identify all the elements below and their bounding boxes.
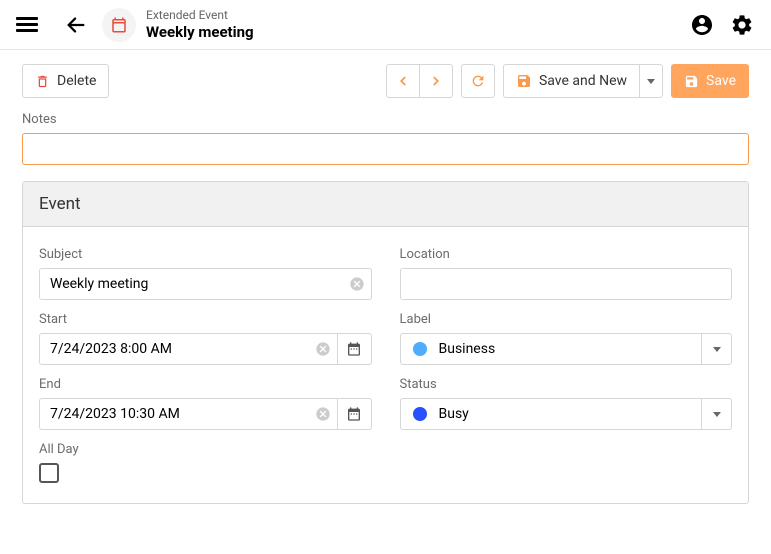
caret-down-icon <box>713 347 721 352</box>
account-button[interactable] <box>689 12 715 38</box>
header-supertitle: Extended Event <box>146 8 254 22</box>
header-title: Weekly meeting <box>146 23 254 41</box>
location-input[interactable] <box>400 268 733 300</box>
start-label: Start <box>39 312 372 327</box>
save-and-new-button[interactable]: Save and New <box>503 64 640 98</box>
chevron-left-icon <box>396 74 410 88</box>
notes-label: Notes <box>22 112 749 127</box>
subject-label: Subject <box>39 247 372 262</box>
start-clear-button[interactable] <box>314 340 332 358</box>
label-color-dot <box>413 342 427 356</box>
calendar-icon <box>110 16 128 34</box>
end-clear-button[interactable] <box>314 405 332 423</box>
status-select-value: Busy <box>439 406 702 422</box>
label-select-value: Business <box>439 341 702 357</box>
clear-icon <box>349 276 365 292</box>
event-panel-header: Event <box>23 182 748 227</box>
next-button[interactable] <box>419 64 453 98</box>
refresh-button[interactable] <box>461 64 495 98</box>
caret-down-icon <box>647 79 655 84</box>
clear-icon <box>315 406 331 422</box>
save-and-new-label: Save and New <box>539 73 627 89</box>
chevron-right-icon <box>429 74 443 88</box>
end-datepicker-button[interactable] <box>338 398 372 430</box>
gear-icon <box>730 13 754 37</box>
save-and-new-dropdown[interactable] <box>639 64 663 98</box>
status-color-dot <box>413 407 427 421</box>
location-label: Location <box>400 247 733 262</box>
calendar-picker-icon <box>346 341 362 357</box>
trash-icon <box>35 74 50 89</box>
save-new-icon <box>516 73 532 89</box>
label-select-caret <box>701 334 731 364</box>
settings-button[interactable] <box>729 12 755 38</box>
status-label: Status <box>400 377 733 392</box>
delete-button-label: Delete <box>57 73 96 89</box>
arrow-left-icon <box>65 14 87 36</box>
caret-down-icon <box>713 412 721 417</box>
save-button-label: Save <box>706 73 736 89</box>
refresh-icon <box>470 73 486 89</box>
status-select-caret <box>701 399 731 429</box>
calendar-picker-icon <box>346 406 362 422</box>
allday-label: All Day <box>39 442 372 457</box>
notes-input[interactable] <box>22 133 749 165</box>
save-button[interactable]: Save <box>671 64 749 98</box>
label-select[interactable]: Business <box>400 333 733 365</box>
delete-button[interactable]: Delete <box>22 64 109 98</box>
back-button[interactable] <box>62 11 90 39</box>
calendar-badge <box>102 8 136 42</box>
save-icon <box>684 74 699 89</box>
clear-icon <box>315 341 331 357</box>
allday-checkbox[interactable] <box>39 463 59 483</box>
menu-button[interactable] <box>16 14 38 36</box>
status-select[interactable]: Busy <box>400 398 733 430</box>
user-circle-icon <box>690 13 714 37</box>
end-input[interactable] <box>39 398 338 430</box>
start-datepicker-button[interactable] <box>338 333 372 365</box>
end-label: End <box>39 377 372 392</box>
label-label: Label <box>400 312 733 327</box>
start-input[interactable] <box>39 333 338 365</box>
subject-clear-button[interactable] <box>348 275 366 293</box>
subject-input[interactable] <box>39 268 372 300</box>
prev-button[interactable] <box>386 64 420 98</box>
